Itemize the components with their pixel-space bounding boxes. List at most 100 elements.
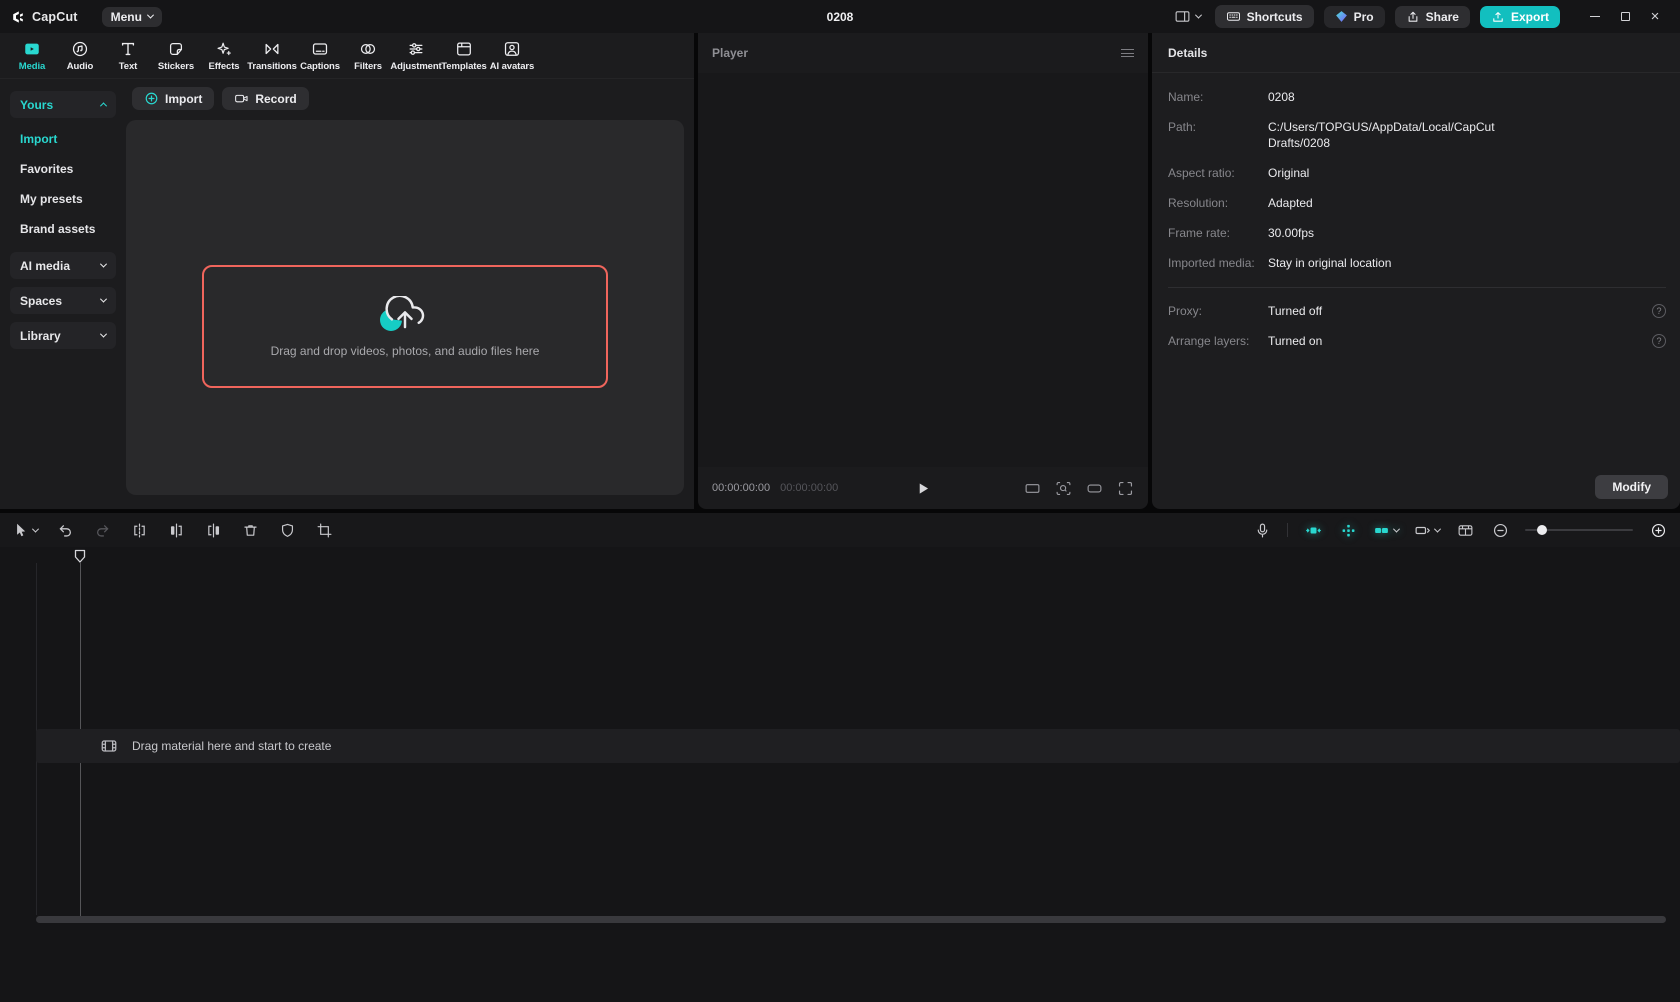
undo-button[interactable] [55, 519, 75, 541]
mask-button[interactable] [277, 519, 297, 541]
zoom-knob[interactable] [1537, 525, 1547, 535]
tab-label: Text [118, 60, 138, 72]
menu-button[interactable]: Menu [101, 6, 162, 27]
sidebar-group-spaces[interactable]: Spaces [10, 287, 116, 314]
cursor-icon [17, 523, 26, 536]
track-icon [1415, 526, 1430, 534]
detail-row-resolution: Resolution: Adapted [1168, 195, 1666, 211]
tab-label: Effects [208, 60, 240, 72]
tab-stickers[interactable]: Stickers [152, 35, 200, 77]
empty-track-strip[interactable]: Drag material here and start to create [36, 729, 1680, 763]
chevron-down-icon [1392, 525, 1401, 533]
audio-icon [72, 41, 88, 56]
record-button[interactable]: Record [222, 87, 309, 110]
window-controls: × [1580, 4, 1670, 30]
timeline-zoom-slider[interactable] [1525, 520, 1633, 540]
detail-label: Name: [1168, 90, 1204, 104]
crop-button[interactable] [314, 519, 334, 541]
auto-ripple-toggle[interactable] [1303, 519, 1323, 541]
zoom-in-button[interactable] [1648, 519, 1668, 541]
sidebar-item-my-presets[interactable]: My presets [10, 184, 116, 214]
detail-value: 30.00fps [1268, 226, 1315, 240]
tab-label: Stickers [157, 60, 195, 72]
canvas-ratio-icon[interactable] [1024, 480, 1041, 497]
snapping-toggle[interactable] [1338, 519, 1358, 541]
timeline-options [1252, 519, 1668, 541]
modify-button[interactable]: Modify [1595, 475, 1668, 499]
sidebar-group-library[interactable]: Library [10, 322, 116, 349]
sidebar-group-label: Library [20, 328, 61, 343]
timeline-area[interactable]: Drag material here and start to create [0, 547, 1680, 1002]
chevron-down-icon [99, 330, 108, 338]
minimize-button[interactable] [1580, 4, 1610, 30]
dropzone-hint: Drag and drop videos, photos, and audio … [270, 343, 540, 358]
delete-left-button[interactable] [166, 519, 186, 541]
shortcuts-label: Shortcuts [1246, 9, 1303, 24]
sidebar-item-brand-assets[interactable]: Brand assets [10, 214, 116, 244]
drag-drop-zone[interactable]: Drag and drop videos, photos, and audio … [202, 265, 608, 388]
detail-row-frame-rate: Frame rate: 30.00fps [1168, 225, 1666, 241]
playhead[interactable] [73, 549, 87, 917]
tab-effects[interactable]: Effects [200, 35, 248, 77]
resolution-icon[interactable] [1086, 480, 1103, 497]
zoom-out-button[interactable] [1490, 519, 1510, 541]
split-button[interactable] [129, 519, 149, 541]
microphone-icon [1257, 523, 1267, 537]
select-tool-button[interactable] [12, 519, 40, 541]
player-controls: 00:00:00:00 00:00:00:00 [698, 467, 1148, 509]
fit-zoom-icon[interactable] [1055, 480, 1072, 497]
pro-diamond-icon [1335, 11, 1347, 22]
details-panel: Details Name: 0208 Path: C:/Users/TOPGUS… [1152, 33, 1680, 509]
close-button[interactable]: × [1640, 4, 1670, 30]
voiceover-button[interactable] [1252, 519, 1272, 541]
shortcuts-button[interactable]: Shortcuts [1214, 5, 1314, 28]
tab-audio[interactable]: Audio [56, 35, 104, 77]
capcut-window: CapCut Menu 0208 Shortcuts Pro Share Exp… [0, 0, 1680, 1002]
keyboard-icon [1226, 12, 1240, 21]
import-button[interactable]: Import [132, 87, 215, 110]
export-button[interactable]: Export [1479, 5, 1560, 28]
fullscreen-icon[interactable] [1117, 480, 1134, 497]
detail-label: Path: [1168, 120, 1197, 134]
chevron-down-icon [1194, 11, 1202, 19]
linking-toggle[interactable] [1373, 519, 1401, 541]
sidebar-item-import[interactable]: Import [10, 124, 116, 154]
divider [1168, 287, 1666, 288]
tab-text[interactable]: Text [104, 35, 152, 77]
timeline-scrollbar[interactable] [36, 916, 1666, 923]
play-button[interactable] [916, 481, 931, 496]
track-options-button[interactable] [1414, 519, 1442, 541]
sidebar-section-yours[interactable]: Yours [10, 91, 116, 118]
tab-transitions[interactable]: Transitions [247, 35, 297, 77]
scrollbar-thumb[interactable] [36, 916, 1666, 923]
player-title: Player [712, 46, 749, 60]
record-label: Record [255, 91, 297, 106]
preview-quality-button[interactable] [1455, 519, 1475, 541]
tab-filters[interactable]: Filters [344, 35, 392, 77]
undo-icon [59, 524, 71, 537]
delete-button[interactable] [240, 519, 260, 541]
link-icon [1375, 527, 1388, 533]
tab-ai-avatars[interactable]: AI avatars [488, 35, 536, 77]
redo-button[interactable] [92, 519, 112, 541]
detail-value: Turned off [1268, 304, 1323, 318]
timecode-display: 00:00:00:00 00:00:00:00 [712, 482, 838, 494]
help-icon[interactable]: ? [1652, 334, 1666, 348]
sidebar-item-favorites[interactable]: Favorites [10, 154, 116, 184]
player-menu-icon[interactable] [1121, 49, 1134, 57]
pro-button[interactable]: Pro [1323, 5, 1385, 28]
share-button[interactable]: Share [1394, 5, 1470, 28]
help-icon[interactable]: ? [1652, 304, 1666, 318]
player-viewport[interactable] [698, 73, 1148, 467]
player-panel: Player 00:00:00:00 00:00:00:00 [698, 33, 1148, 509]
maximize-button[interactable] [1610, 4, 1640, 30]
tab-captions[interactable]: Captions [296, 35, 344, 77]
layout-switch-button[interactable] [1170, 8, 1205, 25]
stickers-icon [169, 42, 183, 55]
tab-media[interactable]: Media [8, 35, 56, 77]
tab-templates[interactable]: Templates [440, 35, 488, 77]
delete-right-button[interactable] [203, 519, 223, 541]
sidebar-group-ai-media[interactable]: AI media [10, 252, 116, 279]
layout-icon [1175, 11, 1190, 22]
tab-adjustment[interactable]: Adjustment [390, 35, 442, 77]
